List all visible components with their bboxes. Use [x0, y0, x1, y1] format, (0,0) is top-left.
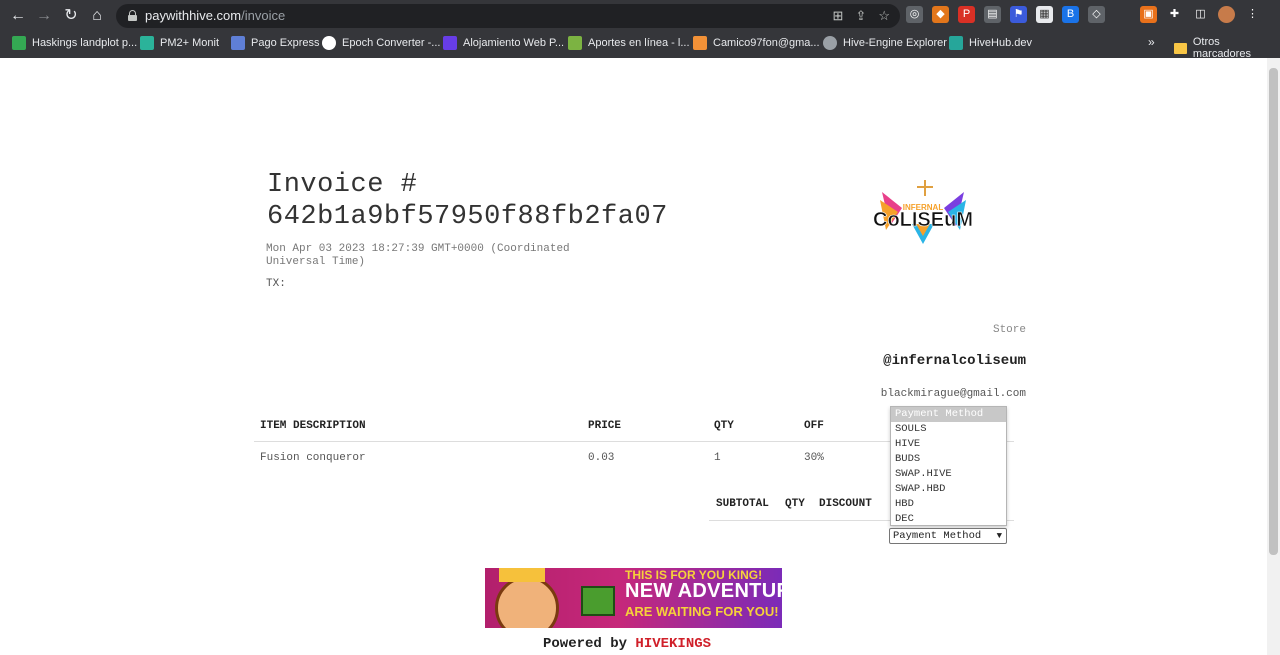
back-icon[interactable]: ← — [8, 6, 28, 26]
menu-icon[interactable]: ⋮ — [1244, 6, 1261, 23]
browser-chrome: ← → ↻ ⌂ paywithhive.com/invoice ⊞ ⇪ ☆ ◎ … — [0, 0, 1280, 60]
powered-by: Powered by HIVEKINGS — [543, 636, 711, 652]
extension-icon[interactable]: ◎ — [906, 6, 923, 23]
bookmark-favicon — [12, 36, 26, 50]
payment-option[interactable]: DEC — [891, 512, 1006, 527]
hivekings-link[interactable]: HIVEKINGS — [635, 636, 711, 652]
extension-icon[interactable]: ▤ — [984, 6, 1001, 23]
lock-icon[interactable] — [128, 10, 137, 21]
bookmark-favicon — [322, 36, 336, 50]
bookmark-star-icon[interactable]: ☆ — [878, 8, 890, 24]
metamask-icon[interactable]: ◆ — [932, 6, 949, 23]
payment-option[interactable]: HBD — [891, 497, 1006, 512]
banner-subline: ARE WAITING FOR YOU! — [625, 604, 779, 619]
powered-by-label: Powered by — [543, 636, 628, 652]
bookmark-favicon — [949, 36, 963, 50]
payment-method-dropdown-list[interactable]: Payment Method SOULS HIVE BUDS SWAP.HIVE… — [890, 406, 1007, 526]
payment-option[interactable]: Payment Method — [891, 407, 1006, 422]
bookmark-favicon — [568, 36, 582, 50]
logo-big-text: CoLISEuM — [873, 209, 973, 231]
bookmark-item[interactable]: Epoch Converter -... — [322, 36, 440, 50]
bookmarks-bar: Haskings landplot p... PM2+ Monit Pago E… — [0, 32, 1280, 60]
extension-icon[interactable]: B — [1062, 6, 1079, 23]
bookmark-favicon — [693, 36, 707, 50]
crown-icon — [499, 568, 545, 582]
invoice-date: Mon Apr 03 2023 18:27:39 GMT+0000 (Coord… — [266, 243, 570, 268]
bookmark-favicon — [231, 36, 245, 50]
payment-option[interactable]: HIVE — [891, 437, 1006, 452]
payment-option[interactable]: BUDS — [891, 452, 1006, 467]
forward-icon[interactable]: → — [34, 6, 54, 26]
bookmark-item[interactable]: Alojamiento Web P... — [443, 36, 564, 50]
store-email: blackmirague@gmail.com — [880, 388, 1026, 400]
scrollbar-thumb[interactable] — [1269, 68, 1278, 555]
bookmark-favicon — [140, 36, 154, 50]
extension-icon[interactable]: ▣ — [1140, 6, 1157, 23]
payment-method-selected: Payment Method — [893, 530, 982, 542]
payment-option[interactable]: SWAP.HIVE — [891, 467, 1006, 482]
invoice-tx: TX: — [266, 278, 286, 290]
bookmark-favicon — [443, 36, 457, 50]
store-label: Store — [992, 324, 1026, 336]
hivekings-banner[interactable]: THIS IS FOR YOU KING! NEW ADVENTURES ARE… — [485, 568, 782, 628]
extension-icon[interactable]: P — [958, 6, 975, 23]
extension-icon[interactable]: ▦ — [1036, 6, 1053, 23]
store-logo: INFERNAL CoLISEuM — [873, 180, 973, 244]
bookmark-item[interactable]: Pago Express — [231, 36, 319, 50]
payment-option[interactable]: SWAP.HBD — [891, 482, 1006, 497]
payment-option[interactable]: SOULS — [891, 422, 1006, 437]
bookmark-favicon — [823, 36, 837, 50]
extension-icon[interactable] — [1114, 6, 1131, 23]
column-header-item: ITEM DESCRIPTION — [260, 420, 366, 432]
payment-method-select[interactable]: Payment Method ▼ — [889, 528, 1007, 544]
bookmark-item[interactable]: PM2+ Monit — [140, 36, 219, 50]
page-scrollbar[interactable] — [1267, 58, 1280, 655]
address-bar[interactable]: paywithhive.com/invoice ⊞ ⇪ ☆ — [116, 4, 900, 28]
extensions-bar: ◎ ◆ P ▤ ⚑ ▦ B ◇ ▣ ✚ ◫ ⋮ — [906, 6, 1261, 23]
invoice-number: 642b1a9bf57950f88fb2fa07 — [267, 202, 668, 232]
summary-header-subtotal: SUBTOTAL — [716, 498, 769, 510]
other-bookmarks-folder[interactable]: Otros marcadores — [1174, 36, 1280, 60]
invoice-title-label: Invoice # — [267, 170, 418, 200]
column-header-qty: QTY — [714, 420, 734, 432]
item-qty: 1 — [714, 452, 721, 464]
summary-header-qty: QTY — [785, 498, 805, 510]
browser-toolbar: ← → ↻ ⌂ paywithhive.com/invoice ⊞ ⇪ ☆ ◎ … — [0, 0, 1280, 32]
store-name: @infernalcoliseum — [883, 353, 1026, 369]
translate-icon[interactable]: ⊞ — [833, 8, 844, 24]
column-header-price: PRICE — [588, 420, 622, 432]
bookmark-item[interactable]: Haskings landplot p... — [12, 36, 137, 50]
extension-icon[interactable]: ⚑ — [1010, 6, 1027, 23]
banner-headline: NEW ADVENTURES — [625, 580, 782, 602]
avatar[interactable] — [1218, 6, 1235, 23]
bookmarks-overflow-button[interactable]: » — [1148, 35, 1155, 49]
item-price: 0.03 — [588, 452, 615, 464]
extension-icon[interactable]: ◇ — [1088, 6, 1105, 23]
invoice-title: Invoice # 642b1a9bf57950f88fb2fa07 — [267, 169, 668, 233]
puzzle-icon[interactable]: ✚ — [1166, 6, 1183, 23]
bookmark-item[interactable]: Hive-Engine Explorer — [823, 36, 947, 50]
column-header-off: OFF — [804, 420, 824, 432]
bookmark-item[interactable]: Aportes en línea - l... — [568, 36, 690, 50]
character-illustration — [495, 576, 559, 628]
bookmark-item[interactable]: HiveHub.dev — [949, 36, 1032, 50]
bookmark-item[interactable]: Camico97fon@gma... — [693, 36, 820, 50]
url-text[interactable]: paywithhive.com/invoice — [145, 8, 285, 23]
home-icon[interactable]: ⌂ — [87, 6, 107, 26]
reload-icon[interactable]: ↻ — [61, 6, 81, 26]
item-off: 30% — [804, 452, 824, 464]
item-description: Fusion conqueror — [260, 452, 366, 464]
gift-icon — [581, 586, 615, 616]
share-icon[interactable]: ⇪ — [855, 8, 866, 24]
sidepanel-icon[interactable]: ◫ — [1192, 6, 1209, 23]
page-content: Invoice # 642b1a9bf57950f88fb2fa07 Mon A… — [0, 58, 1280, 655]
chevron-down-icon: ▼ — [996, 531, 1002, 541]
folder-icon — [1174, 42, 1187, 54]
summary-header-discount: DISCOUNT — [819, 498, 872, 510]
